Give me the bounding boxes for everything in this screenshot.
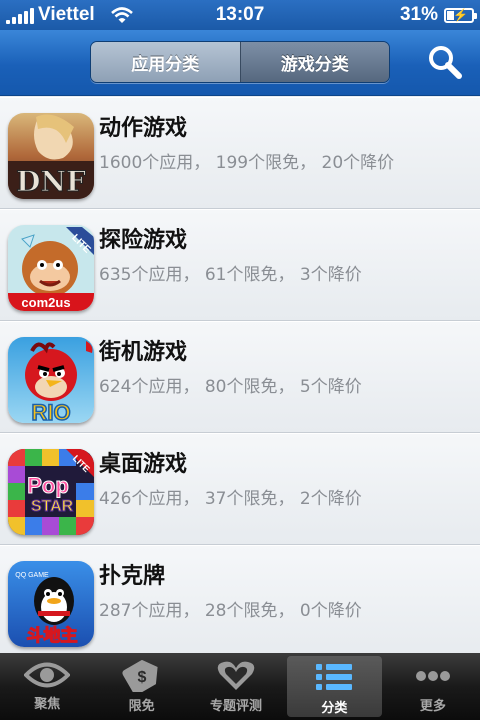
- eye-icon: [24, 662, 71, 688]
- svg-text:STAR: STAR: [31, 498, 74, 515]
- category-segmented-control: 应用分类 游戏分类: [90, 41, 390, 83]
- angry-birds-rio-app-icon: RIO: [8, 337, 94, 423]
- heart-icon: [217, 661, 255, 690]
- category-row-arcade[interactable]: RIO 街机游戏 624个应用， 80个限免， 5个降价: [0, 321, 480, 433]
- tab-reviews[interactable]: 专题评测: [189, 653, 283, 720]
- more-dots-icon: [415, 671, 450, 681]
- segment-app-categories[interactable]: 应用分类: [91, 42, 240, 82]
- search-icon[interactable]: [424, 42, 466, 84]
- tab-label: 分类: [321, 701, 348, 716]
- battery-icon: ⚡: [444, 8, 477, 23]
- category-stats: 287个应用， 28个限免， 0个降价: [99, 601, 362, 621]
- tab-label: 专题评测: [210, 699, 263, 714]
- category-title: 街机游戏: [99, 340, 188, 365]
- list-icon: [316, 664, 353, 690]
- qq-landlord-app-icon: QQ GAME 斗地主: [8, 561, 94, 647]
- svg-text:Pop: Pop: [27, 473, 69, 498]
- svg-text:com2us: com2us: [21, 295, 70, 310]
- category-stats: 635个应用， 61个限免， 3个降价: [99, 265, 362, 285]
- category-row-adventure[interactable]: LITE com2us 探险游戏 635个应用， 61个限免， 3个降价: [0, 209, 480, 321]
- category-stats: 426个应用， 37个限免， 2个降价: [99, 489, 362, 509]
- status-bar: Viettel 13:07 31% ⚡: [0, 0, 480, 30]
- tab-label: 聚焦: [34, 697, 61, 712]
- category-stats: 1600个应用， 199个限免， 20个降价: [99, 153, 395, 173]
- price-tag-icon: $: [122, 660, 158, 692]
- tab-categories[interactable]: 分类: [287, 656, 382, 717]
- segment-game-categories[interactable]: 游戏分类: [239, 42, 389, 82]
- tab-label: 更多: [419, 699, 446, 714]
- dnf-app-icon: DNF: [8, 113, 94, 199]
- tab-bar: 聚焦 $ 限免 专题评测 分类 更多: [0, 653, 480, 720]
- category-title: 探险游戏: [99, 228, 188, 253]
- popstar-lite-app-icon: LITE Pop STAR: [8, 449, 94, 535]
- svg-text:QQ GAME: QQ GAME: [15, 572, 49, 579]
- svg-text:斗地主: 斗地主: [27, 625, 78, 646]
- svg-text:DNF: DNF: [16, 165, 86, 198]
- category-list: DNF 动作游戏 1600个应用， 199个限免， 20个降价 LITE com…: [0, 97, 480, 653]
- category-row-action[interactable]: DNF 动作游戏 1600个应用， 199个限免， 20个降价: [0, 97, 480, 209]
- monkey-lite-app-icon: LITE com2us: [8, 225, 94, 311]
- tab-label: 限免: [128, 699, 155, 714]
- tab-focus[interactable]: 聚焦: [0, 653, 94, 720]
- battery-percent: 31%: [399, 4, 438, 25]
- navigation-bar: 应用分类 游戏分类: [0, 30, 480, 96]
- category-row-cards[interactable]: QQ GAME 斗地主 扑克牌 287个应用， 28个限免， 0个降价: [0, 545, 480, 653]
- category-row-board[interactable]: LITE Pop STAR 桌面游戏 426个应用， 37个限免， 2个降价: [0, 433, 480, 545]
- svg-text:RIO: RIO: [31, 400, 70, 423]
- category-title: 动作游戏: [99, 116, 188, 141]
- svg-text:$: $: [137, 669, 146, 686]
- tab-free[interactable]: $ 限免: [94, 653, 188, 720]
- category-title: 桌面游戏: [99, 452, 188, 477]
- tab-more[interactable]: 更多: [386, 653, 480, 720]
- category-stats: 624个应用， 80个限免， 5个降价: [99, 377, 362, 397]
- category-title: 扑克牌: [99, 564, 166, 589]
